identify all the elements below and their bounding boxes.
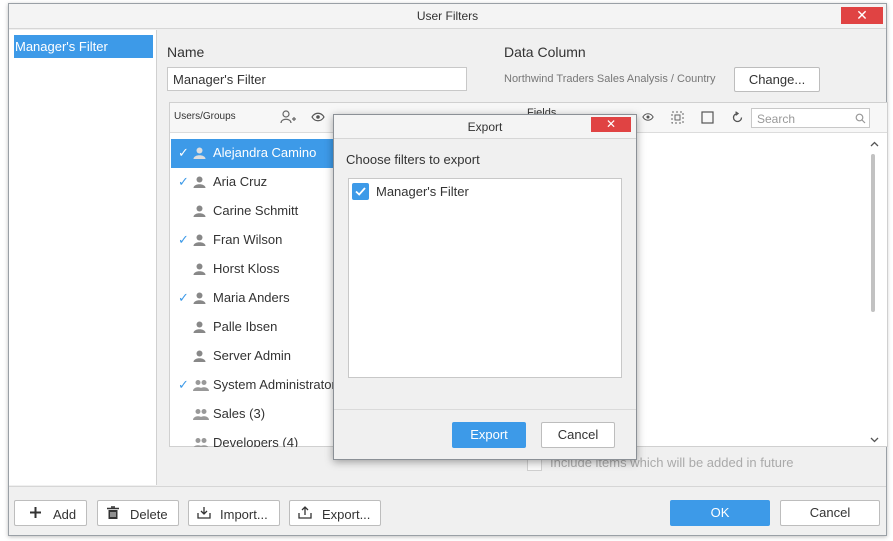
export-dialog-footer: Export Cancel xyxy=(334,409,636,459)
user-icon xyxy=(193,321,206,333)
data-column-value: Northwind Traders Sales Analysis / Count… xyxy=(504,73,716,85)
export-icon xyxy=(298,506,312,519)
filter-checkbox[interactable] xyxy=(352,183,369,200)
close-icon: ✕ xyxy=(605,117,617,131)
name-label: Name xyxy=(167,44,205,60)
scroll-down-icon[interactable] xyxy=(870,437,879,443)
user-name: Aria Cruz xyxy=(213,174,268,189)
sidebar-item-managers-filter[interactable]: Manager's Filter xyxy=(14,35,153,58)
user-icon xyxy=(193,292,206,304)
import-button[interactable]: Import... xyxy=(188,500,280,526)
group-name: Sales (3) xyxy=(213,406,266,421)
export-filter-list: Manager's Filter xyxy=(348,178,622,378)
add-user-icon[interactable] xyxy=(280,110,296,124)
add-button-label: Add xyxy=(53,507,77,522)
users-groups-header: Users/Groups xyxy=(174,111,236,122)
export-button-label: Export... xyxy=(322,507,371,522)
list-item[interactable]: Horst Kloss xyxy=(171,255,336,284)
user-icon xyxy=(193,176,206,188)
ok-button[interactable]: OK xyxy=(670,500,770,526)
user-icon xyxy=(193,234,206,246)
list-item[interactable]: ✓ Maria Anders xyxy=(171,284,336,313)
user-icon xyxy=(193,147,206,159)
trash-icon xyxy=(107,506,119,520)
user-name: Horst Kloss xyxy=(213,261,280,276)
list-item[interactable]: Sales (3) xyxy=(171,400,336,429)
list-item[interactable]: ✓ Alejandra Camino xyxy=(171,139,336,168)
export-cancel-button[interactable]: Cancel xyxy=(541,422,615,448)
search-icon xyxy=(855,113,866,124)
group-name: System Administrators xyxy=(213,377,337,392)
check-icon: ✓ xyxy=(178,290,189,305)
select-all-icon[interactable] xyxy=(671,111,684,124)
data-column-label: Data Column xyxy=(504,44,586,60)
user-name: Server Admin xyxy=(213,348,292,363)
view-icon[interactable] xyxy=(311,112,325,122)
list-item[interactable]: Server Admin xyxy=(171,342,336,371)
list-item[interactable]: Palle Ibsen xyxy=(171,313,336,342)
scroll-up-icon[interactable] xyxy=(870,141,879,147)
window-title: User Filters xyxy=(9,4,886,29)
check-icon: ✓ xyxy=(178,145,189,160)
list-item[interactable]: ✓ Fran Wilson xyxy=(171,226,336,255)
add-button[interactable]: Add xyxy=(14,500,87,526)
change-button[interactable]: Change... xyxy=(734,67,820,92)
user-name: Palle Ibsen xyxy=(213,319,278,334)
user-icon xyxy=(193,205,206,217)
user-name: Carine Schmitt xyxy=(213,203,299,218)
list-item[interactable]: ✓ Aria Cruz xyxy=(171,168,336,197)
group-icon xyxy=(193,379,209,391)
export-dialog: Export ✕ Choose filters to export Manage… xyxy=(333,114,637,460)
check-icon: ✓ xyxy=(178,174,189,189)
list-item[interactable]: ✓ System Administrators xyxy=(171,371,337,400)
users-list: ✓ Alejandra Camino ✓ Aria Cruz Carine Sc… xyxy=(171,139,337,447)
delete-button[interactable]: Delete xyxy=(97,500,179,526)
deselect-icon[interactable] xyxy=(701,111,714,124)
close-icon: ✕ xyxy=(856,7,868,23)
name-input[interactable]: Manager's Filter xyxy=(167,67,467,91)
search-placeholder: Search xyxy=(757,112,796,126)
export-dialog-close-button[interactable]: ✕ xyxy=(591,117,631,132)
import-button-label: Import... xyxy=(220,507,268,522)
group-icon xyxy=(193,408,209,420)
user-icon xyxy=(193,350,206,362)
user-name: Maria Anders xyxy=(213,290,290,305)
window-close-button[interactable]: ✕ xyxy=(841,7,883,24)
window-footer: Add Delete Import... Export... OK Cancel xyxy=(9,486,886,535)
list-item[interactable]: Carine Schmitt xyxy=(171,197,336,226)
cancel-button[interactable]: Cancel xyxy=(780,500,880,526)
plus-icon xyxy=(29,506,42,519)
scrollbar-thumb[interactable] xyxy=(871,154,875,312)
fields-search-input[interactable]: Search xyxy=(751,108,870,128)
fields-scrollbar[interactable] xyxy=(867,139,883,445)
list-item[interactable]: Developers (4) xyxy=(171,429,336,447)
delete-button-label: Delete xyxy=(130,507,168,522)
export-prompt: Choose filters to export xyxy=(346,152,480,167)
filter-list-sidebar: Manager's Filter xyxy=(9,30,157,485)
group-icon xyxy=(193,437,209,447)
group-name: Developers (4) xyxy=(213,435,299,447)
check-icon: ✓ xyxy=(178,377,189,392)
filter-checkbox-label: Manager's Filter xyxy=(376,184,469,199)
export-confirm-button[interactable]: Export xyxy=(452,422,526,448)
fields-view-icon[interactable] xyxy=(642,112,654,122)
user-icon xyxy=(193,263,206,275)
user-name: Alejandra Camino xyxy=(213,145,317,160)
check-icon: ✓ xyxy=(178,232,189,247)
name-input-value: Manager's Filter xyxy=(173,72,266,87)
import-icon xyxy=(197,506,211,519)
reset-icon[interactable] xyxy=(731,111,744,124)
user-name: Fran Wilson xyxy=(213,232,283,247)
export-button[interactable]: Export... xyxy=(289,500,381,526)
